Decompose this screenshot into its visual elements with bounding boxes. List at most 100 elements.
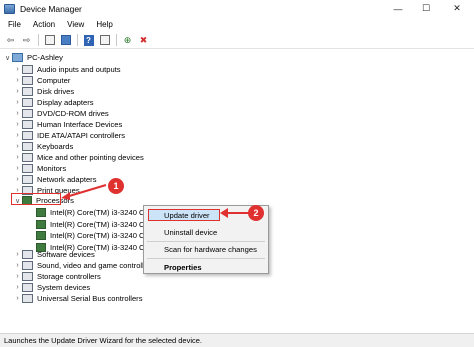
- collapsed-arrow-icon[interactable]: ›: [13, 154, 22, 161]
- close-button[interactable]: ✕: [440, 0, 474, 17]
- menu-action[interactable]: Action: [29, 20, 59, 29]
- context-properties[interactable]: Properties: [164, 263, 202, 272]
- context-separator: [147, 241, 265, 242]
- forward-button[interactable]: ⇨: [20, 34, 33, 47]
- expanded-arrow-icon[interactable]: ∨: [3, 54, 12, 62]
- uninstall-device-button[interactable]: ✖: [137, 34, 150, 47]
- tree-item-label: Intel(R) Core(TM) i3-3240 CP: [50, 219, 150, 229]
- device-category-icon: [22, 65, 33, 74]
- tree-item-label: Keyboards: [37, 142, 74, 151]
- view-list-button[interactable]: [59, 34, 72, 47]
- window-title: Device Manager: [20, 3, 82, 14]
- collapsed-arrow-icon[interactable]: ›: [13, 176, 22, 183]
- list-view-icon: [60, 35, 71, 45]
- monitor-icon: [99, 35, 110, 45]
- tree-category-item[interactable]: › Storage controllers: [13, 271, 101, 282]
- tree-item-label: DVD/CD-ROM drives: [37, 109, 109, 118]
- computer-icon: [12, 53, 23, 62]
- tree-item-label: Intel(R) Core(TM) i3-3240 CP: [50, 231, 150, 240]
- tree-item-label: Disk drives: [37, 87, 75, 96]
- collapsed-arrow-icon[interactable]: ›: [13, 132, 22, 139]
- toolbar: ⇦ ⇨ ? ⊕ ✖: [0, 32, 474, 49]
- tree-item-label: Universal Serial Bus controllers: [37, 294, 143, 303]
- menu-help[interactable]: Help: [92, 20, 116, 29]
- collapsed-arrow-icon[interactable]: ›: [13, 295, 22, 302]
- update-driver-toolbar-button[interactable]: [98, 34, 111, 47]
- tree-category-item[interactable]: › Disk drives: [13, 86, 74, 97]
- tree-category-item[interactable]: › Universal Serial Bus controllers: [13, 293, 143, 304]
- toolbar-separator: [116, 34, 117, 46]
- device-category-icon: [22, 87, 33, 96]
- tree-item-label: Human Interface Devices: [37, 120, 123, 129]
- status-text: Launches the Update Driver Wizard for th…: [4, 336, 203, 345]
- scan-hardware-button[interactable]: ⊕: [121, 34, 134, 47]
- tree-item-label: Computer: [37, 76, 71, 85]
- tree-item-label: IDE ATA/ATAPI controllers: [37, 131, 126, 140]
- collapsed-arrow-icon[interactable]: ›: [13, 99, 22, 106]
- tree-category-item[interactable]: › Sound, video and game controllers: [13, 260, 154, 271]
- device-category-icon: [22, 109, 33, 118]
- device-category-icon: [22, 283, 33, 292]
- device-category-icon: [22, 294, 33, 303]
- tree-item-label: Monitors: [37, 164, 67, 173]
- processor-item[interactable]: Intel(R) Core(TM) i3-3240 CP: [27, 219, 150, 230]
- collapsed-arrow-icon[interactable]: ›: [13, 251, 22, 258]
- window-controls: — ☐ ✕: [384, 0, 474, 17]
- minimize-button[interactable]: —: [384, 0, 412, 17]
- menu-bar: File Action View Help: [0, 17, 474, 31]
- context-scan-hardware[interactable]: Scan for hardware changes: [164, 245, 257, 254]
- tree-item-label: Sound, video and game controllers: [37, 261, 155, 270]
- context-uninstall-device[interactable]: Uninstall device: [164, 228, 217, 237]
- callout-1: 1: [108, 178, 124, 194]
- device-category-icon: [22, 142, 33, 151]
- context-separator: [147, 258, 265, 259]
- collapsed-arrow-icon[interactable]: ›: [13, 284, 22, 291]
- device-manager-icon: [4, 3, 15, 14]
- collapsed-arrow-icon[interactable]: ›: [13, 262, 22, 269]
- collapsed-arrow-icon[interactable]: ›: [13, 66, 22, 73]
- tree-item-label: Audio inputs and outputs: [37, 65, 121, 74]
- back-button[interactable]: ⇦: [4, 34, 17, 47]
- help-icon: ?: [83, 34, 94, 46]
- status-bar: Launches the Update Driver Wizard for th…: [0, 333, 474, 347]
- tree-category-item[interactable]: › Mice and other pointing devices: [13, 152, 144, 163]
- device-category-icon: [22, 98, 33, 107]
- context-update-driver[interactable]: Update driver: [164, 211, 210, 220]
- processor-icon: [36, 219, 46, 229]
- tree-root[interactable]: ∨ PC-Ashley: [3, 52, 63, 63]
- toolbar-separator: [38, 34, 39, 46]
- tree-category-item[interactable]: › Display adapters: [13, 97, 94, 108]
- tree-item-label: System devices: [37, 283, 91, 292]
- device-category-icon: [22, 250, 33, 259]
- collapsed-arrow-icon[interactable]: ›: [13, 143, 22, 150]
- collapsed-arrow-icon[interactable]: ›: [13, 110, 22, 117]
- tree-category-item[interactable]: › Human Interface Devices: [13, 119, 122, 130]
- tree-root-label: PC-Ashley: [27, 53, 63, 62]
- collapsed-arrow-icon[interactable]: ›: [13, 165, 22, 172]
- tree-category-item[interactable]: › Computer: [13, 75, 70, 86]
- device-category-icon: [22, 261, 33, 270]
- tree-item-label: Software devices: [37, 250, 95, 259]
- processors-highlight: [11, 193, 61, 205]
- tree-category-item[interactable]: › Audio inputs and outputs: [13, 64, 121, 75]
- help-button[interactable]: ?: [82, 34, 95, 47]
- tree-category-item[interactable]: › System devices: [13, 282, 90, 293]
- tree-category-item[interactable]: › DVD/CD-ROM drives: [13, 108, 109, 119]
- device-category-icon: [22, 76, 33, 85]
- title-bar: Device Manager — ☐ ✕: [0, 0, 474, 17]
- menu-view[interactable]: View: [63, 20, 88, 29]
- collapsed-arrow-icon[interactable]: ›: [13, 273, 22, 280]
- properties-pane-button[interactable]: [43, 34, 56, 47]
- collapsed-arrow-icon[interactable]: ›: [13, 121, 22, 128]
- tree-category-item[interactable]: › IDE ATA/ATAPI controllers: [13, 130, 125, 141]
- collapsed-arrow-icon[interactable]: ›: [13, 77, 22, 84]
- device-category-icon: [22, 272, 33, 281]
- menu-file[interactable]: File: [4, 20, 25, 29]
- tree-category-item[interactable]: › Software devices: [13, 249, 95, 260]
- processor-item[interactable]: Intel(R) Core(TM) i3-3240 CP: [27, 230, 150, 241]
- collapsed-arrow-icon[interactable]: ›: [13, 88, 22, 95]
- tree-category-item[interactable]: › Monitors: [13, 163, 66, 174]
- maximize-button[interactable]: ☐: [412, 0, 440, 17]
- toolbar-separator: [77, 34, 78, 46]
- tree-category-item[interactable]: › Keyboards: [13, 141, 73, 152]
